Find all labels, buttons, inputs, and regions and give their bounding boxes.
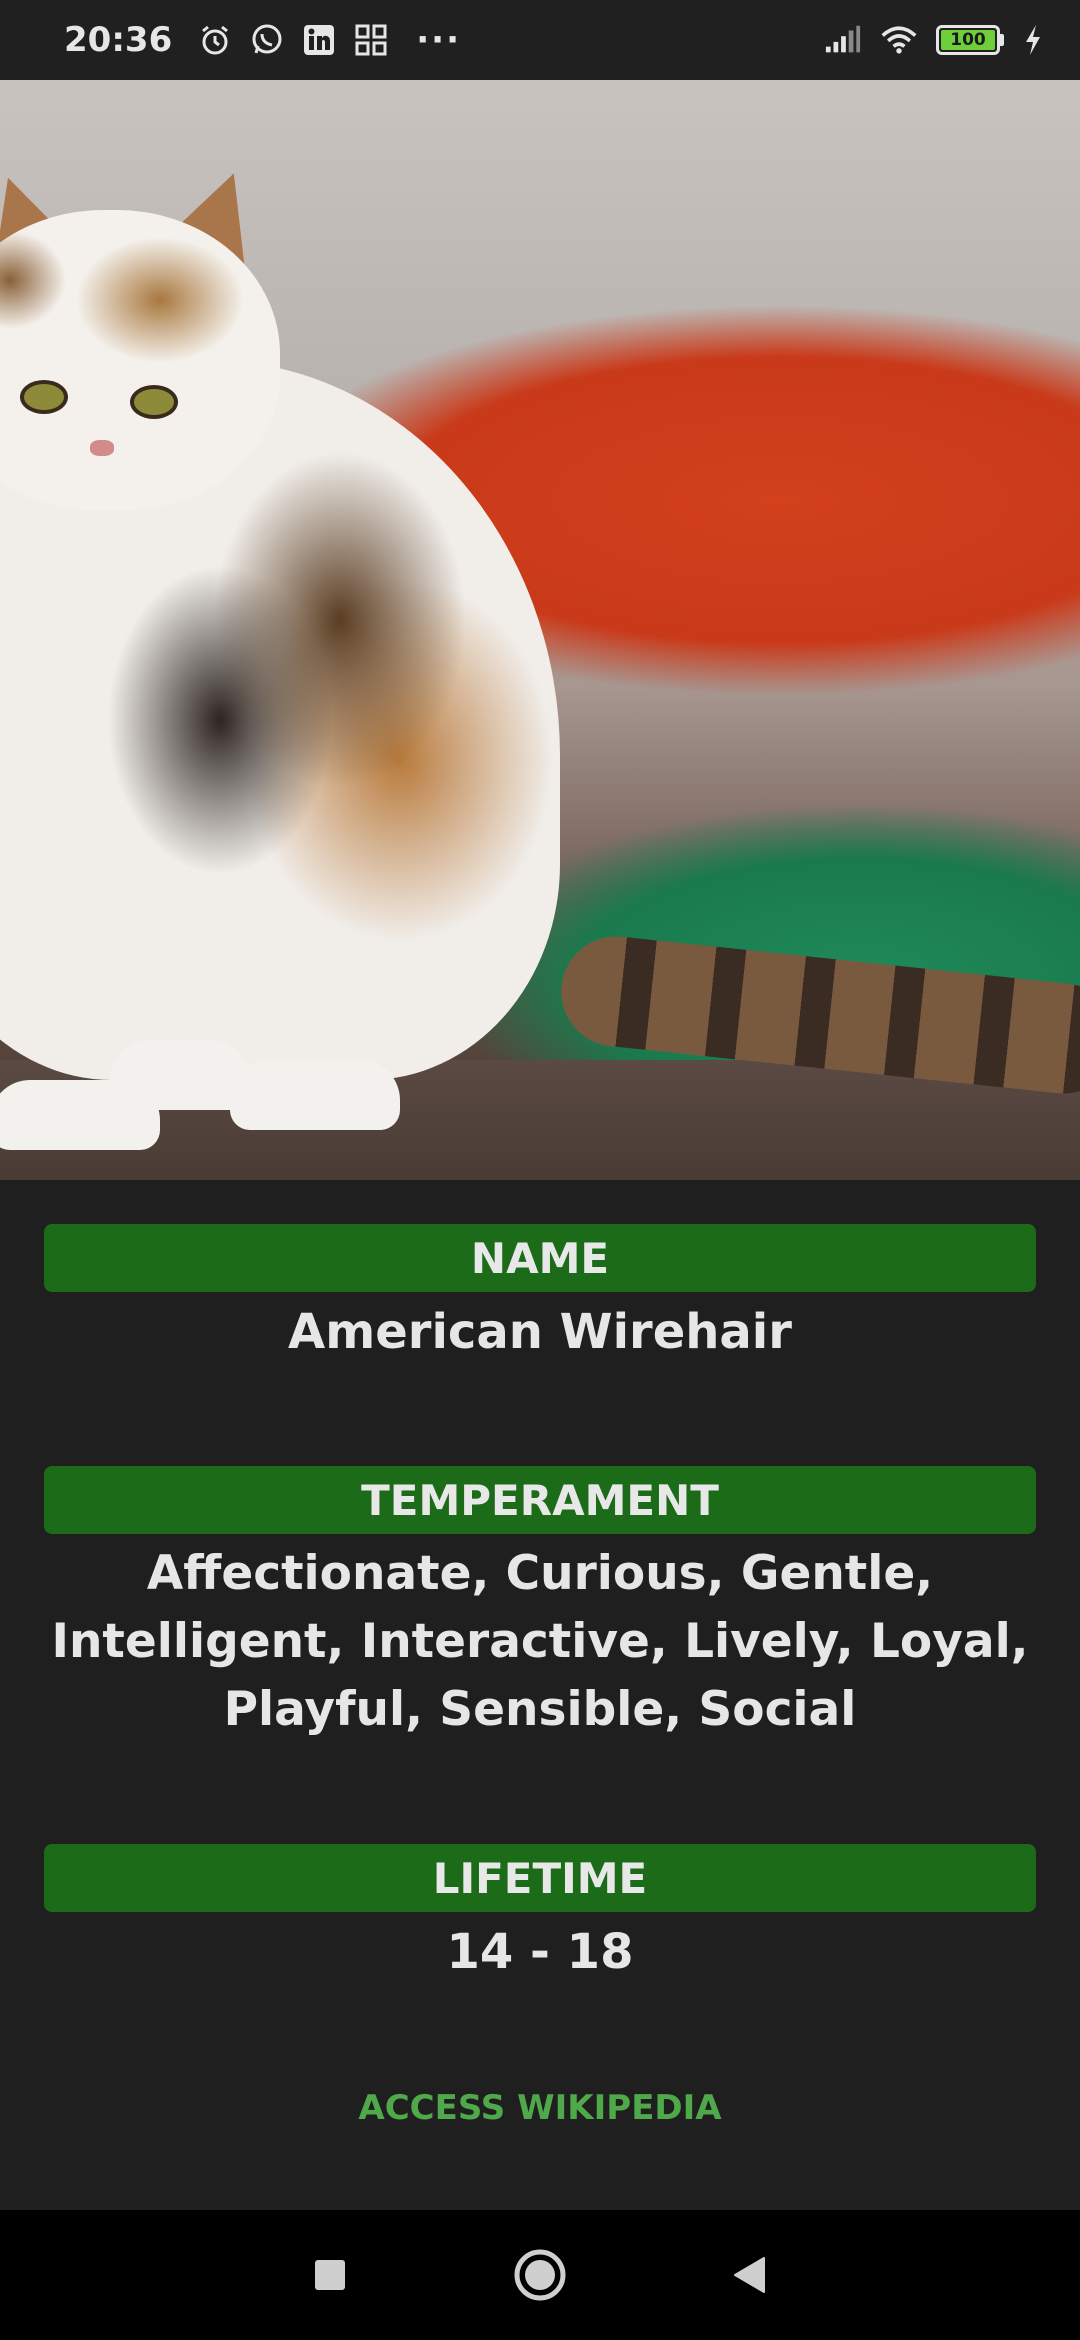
- temperament-section: TEMPERAMENT Affectionate, Curious, Gentl…: [44, 1466, 1036, 1744]
- name-section: NAME American Wirehair: [44, 1224, 1036, 1366]
- cat-paw: [0, 1080, 160, 1150]
- breed-details: NAME American Wirehair TEMPERAMENT Affec…: [44, 1180, 1036, 1986]
- lifetime-value: 14 - 18: [446, 1924, 634, 1980]
- screen: 20:36 ··· 100 NAME American Wirehair TEM…: [0, 0, 1080, 2340]
- status-bar: 20:36 ··· 100: [0, 0, 1080, 80]
- whatsapp-icon: [248, 21, 286, 59]
- name-label: NAME: [44, 1224, 1036, 1292]
- notification-icons: ···: [196, 20, 461, 60]
- signal-icon: [824, 21, 862, 59]
- square-icon: [315, 2260, 345, 2290]
- system-icons: 100: [824, 21, 1044, 59]
- linkedin-icon: [300, 21, 338, 59]
- cat-paw: [230, 1060, 400, 1130]
- cat-eye: [20, 380, 68, 414]
- temperament-value: Affectionate, Curious, Gentle, Intellige…: [51, 1546, 1029, 1737]
- cat-eye: [130, 385, 178, 419]
- back-button[interactable]: [720, 2245, 780, 2305]
- cat-photo: [0, 80, 1080, 1180]
- app-grid-icon: [352, 21, 390, 59]
- access-wikipedia-button[interactable]: ACCESS WIKIPEDIA: [0, 2088, 1080, 2128]
- status-time: 20:36: [64, 20, 173, 60]
- temperament-label: TEMPERAMENT: [44, 1466, 1036, 1534]
- recents-button[interactable]: [300, 2245, 360, 2305]
- lifetime-label: LIFETIME: [44, 1844, 1036, 1912]
- wifi-icon: [880, 21, 918, 59]
- circle-icon: [514, 2249, 566, 2301]
- charging-icon: [1022, 21, 1044, 59]
- navigation-bar: [0, 2210, 1080, 2340]
- cat-nose: [90, 440, 114, 456]
- lifetime-section: LIFETIME 14 - 18: [44, 1844, 1036, 1986]
- triangle-back-icon: [734, 2257, 765, 2293]
- home-button[interactable]: [510, 2245, 570, 2305]
- name-value: American Wirehair: [288, 1304, 792, 1360]
- alarm-icon: [196, 21, 234, 59]
- battery-icon: 100: [936, 25, 1004, 55]
- battery-level: 100: [941, 30, 995, 50]
- more-notifications-icon: ···: [416, 20, 461, 60]
